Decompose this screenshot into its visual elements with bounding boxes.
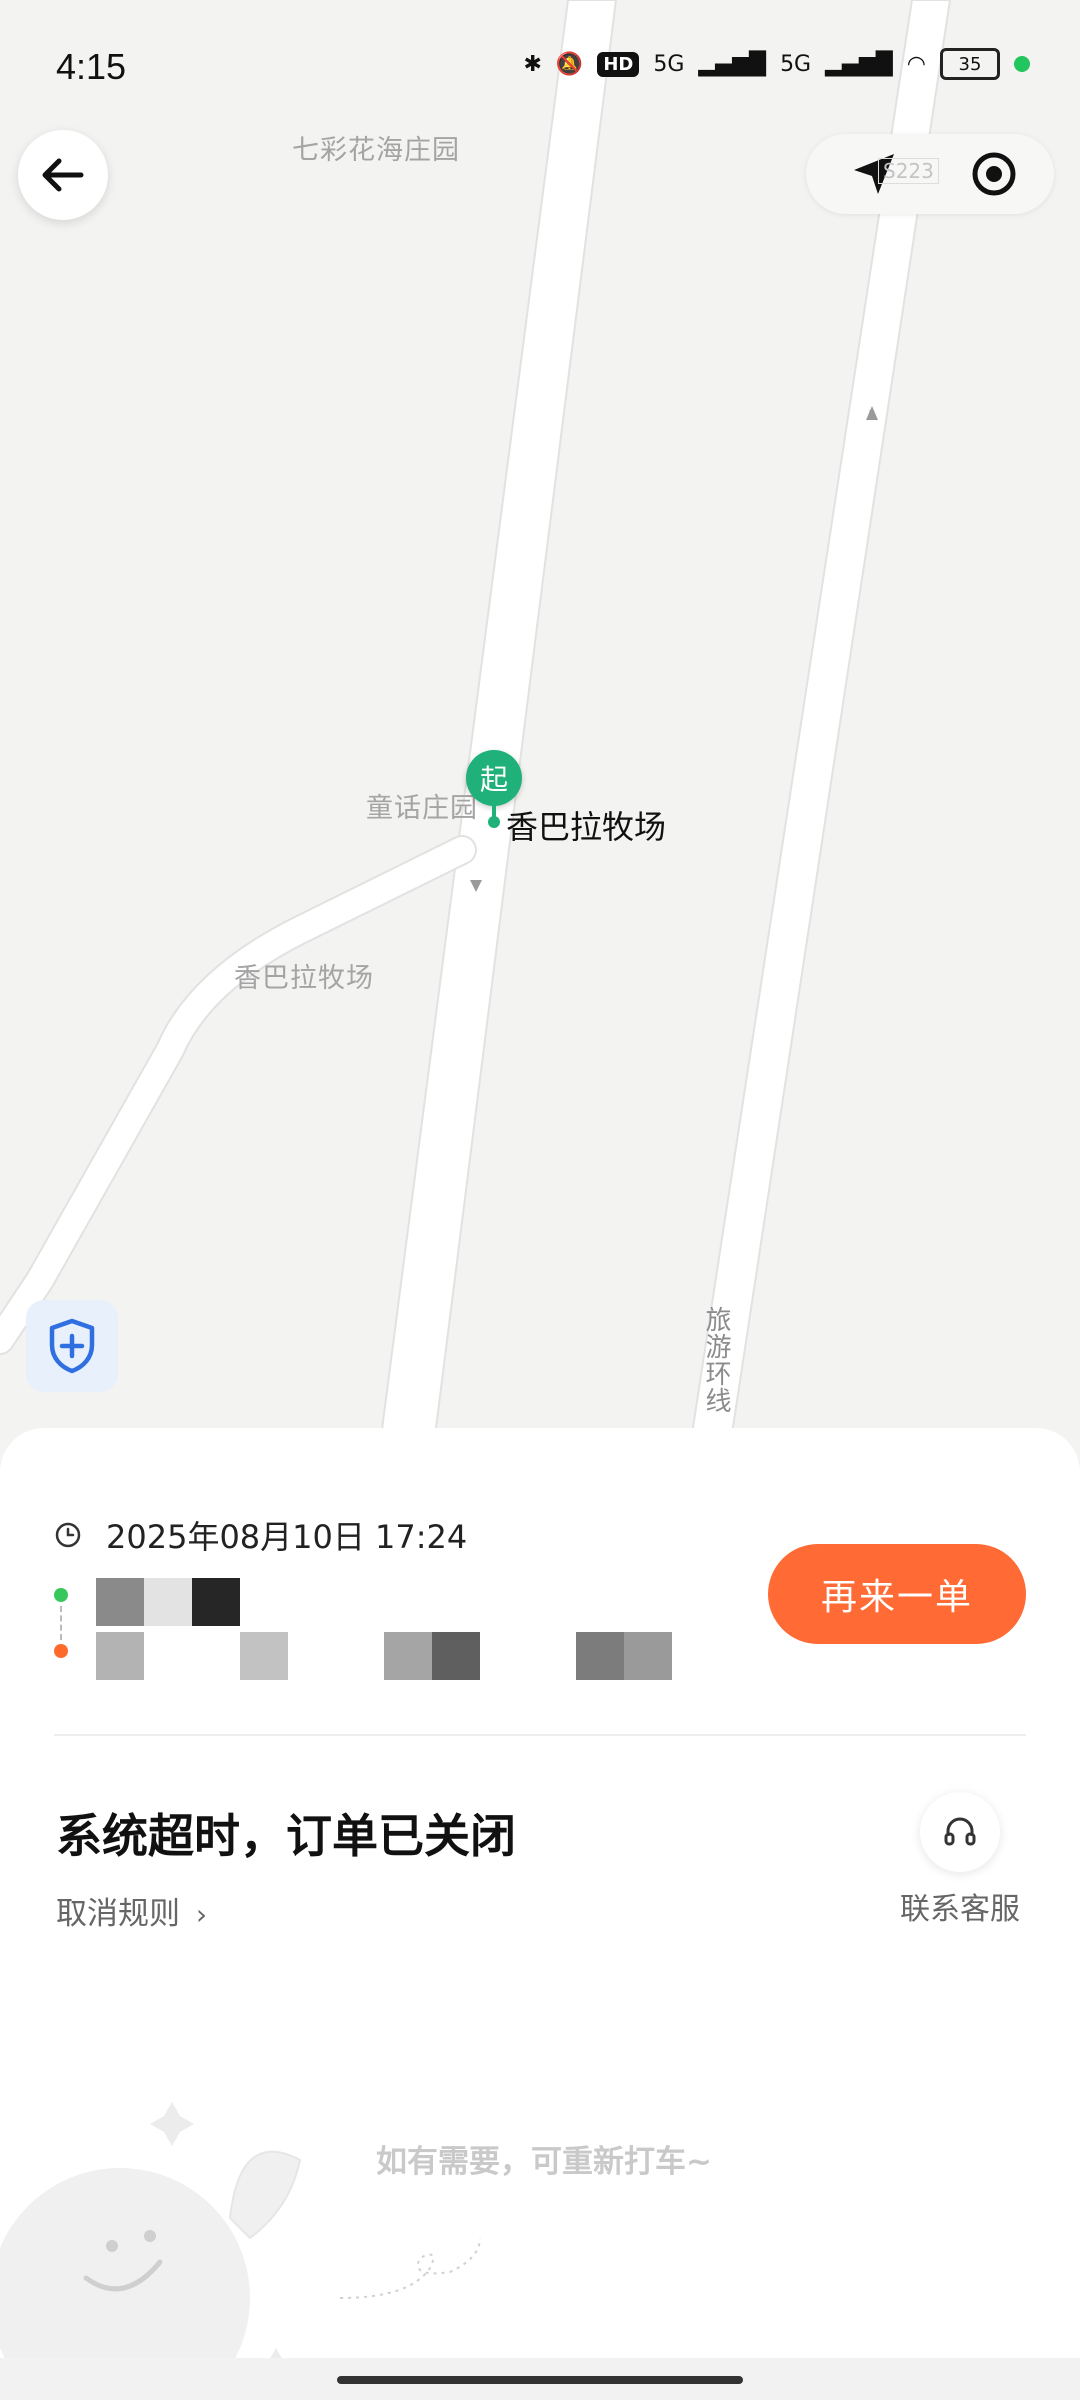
customer-service-label[interactable]: 联系客服 (900, 1884, 1020, 1928)
safety-shield-icon (49, 1318, 95, 1374)
order-sheet: 2025年08月10日 17:24 再来一单 系统超时，订单已关闭 取消规则 › (0, 1428, 1080, 2400)
mute-bell-icon: 🔕 (555, 51, 584, 77)
customer-service-button[interactable] (920, 1792, 1000, 1872)
road-network (0, 0, 952, 1460)
status-icons: ✱ 🔕 HD 5G ▂▄▆█ 5G ▂▄▆█ ◠ 35 (523, 48, 1030, 80)
route-dash (60, 1606, 62, 1640)
safety-button[interactable] (26, 1300, 118, 1392)
hd-badge: HD (597, 51, 640, 77)
map-label-area-top: 七彩花海庄园 (292, 135, 460, 166)
signal-bars-icon: ▂▄▆█ (698, 51, 767, 77)
back-arrow-icon (42, 158, 84, 192)
map-label-road: 旅游环线 (701, 1306, 731, 1414)
home-indicator[interactable] (337, 2376, 743, 2384)
bluetooth-icon: ✱ (523, 51, 542, 77)
mascot-illustration (0, 2102, 302, 2400)
reorder-button[interactable]: 再来一单 (768, 1544, 1026, 1644)
map-tools: S223 (806, 134, 1054, 214)
battery-indicator: 35 (940, 48, 1000, 80)
order-status-title: 系统超时，订单已关闭 (56, 1809, 516, 1863)
start-marker-dot (488, 816, 500, 828)
signal-2: 5G (780, 51, 812, 77)
section-divider (54, 1734, 1026, 1736)
order-datetime-row: 2025年08月10日 17:24 (54, 1512, 467, 1558)
map-label-area-middle: 童话庄园 (366, 793, 478, 824)
status-time: 4:15 (56, 46, 127, 87)
privacy-indicator (1014, 56, 1030, 72)
map-view[interactable]: 七彩花海庄园 童话庄园 香巴拉牧场 旅游环线 起 香巴拉牧场 (0, 0, 1080, 1460)
cancel-rules-label: 取消规则 (56, 1896, 180, 1932)
start-point-dot (54, 1588, 68, 1602)
empty-hint-text: 如有需要，可重新打车~ (376, 2144, 712, 2180)
start-place-name: 香巴拉牧场 (506, 808, 667, 846)
signal-bars-2-icon: ▂▄▆█ (825, 51, 893, 77)
map-label-area-bottom: 香巴拉牧场 (234, 963, 374, 994)
chevron-right-icon: › (195, 1898, 208, 1931)
wifi-icon: ◠ (906, 51, 926, 77)
headset-icon (944, 1817, 976, 1846)
signal-1: 5G (653, 51, 685, 77)
route-addresses (54, 1578, 754, 1688)
order-datetime: 2025年08月10日 17:24 (106, 1518, 468, 1556)
road-badge: S223 (878, 158, 939, 184)
back-button[interactable] (18, 130, 108, 220)
locate-target-icon[interactable] (970, 150, 1018, 198)
status-bar: 4:15 ✱ 🔕 HD 5G ▂▄▆█ 5G ▂▄▆█ ◠ 35 (0, 0, 1080, 130)
end-point-dot (54, 1644, 68, 1658)
start-marker[interactable]: 起 (466, 750, 522, 806)
clock-icon (55, 1522, 81, 1548)
cancel-rules-link[interactable]: 取消规则 › (56, 1888, 207, 1933)
dotted-swirl-decoration (339, 2237, 481, 2299)
